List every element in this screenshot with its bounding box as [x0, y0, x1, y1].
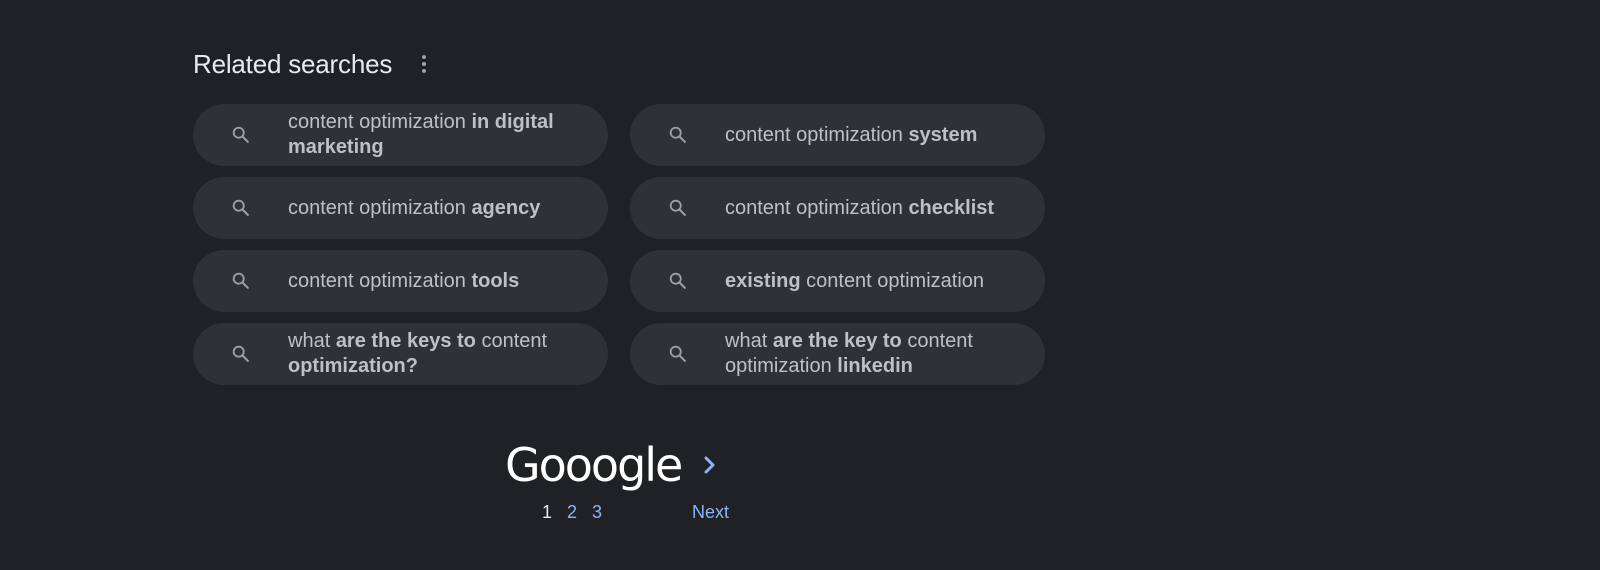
search-icon	[666, 123, 690, 147]
search-icon	[666, 196, 690, 220]
search-icon	[666, 342, 690, 366]
related-search-text: content optimization in digital marketin…	[288, 111, 554, 158]
search-icon	[229, 123, 253, 147]
related-search-text: what are the key to content optimization…	[725, 330, 973, 377]
related-searches-header: Related searches	[193, 44, 434, 84]
related-search-text: content optimization agency	[288, 196, 541, 219]
related-search-chip[interactable]: what are the key to content optimization…	[630, 323, 1045, 385]
related-search-text: content optimization tools	[288, 269, 520, 292]
related-search-chip[interactable]: content optimization tools	[193, 250, 608, 312]
related-search-text: content optimization checklist	[725, 196, 995, 219]
related-search-chip[interactable]: content optimization in digital marketin…	[193, 104, 608, 166]
related-search-chip[interactable]: existing content optimization	[630, 250, 1045, 312]
page-number-link[interactable]: 3	[592, 502, 602, 523]
page-number-current: 1	[542, 502, 553, 522]
more-vert-icon[interactable]	[414, 50, 434, 78]
related-search-chip[interactable]: content optimization agency	[193, 177, 608, 239]
related-search-chip[interactable]: what are the keys to content optimizatio…	[193, 323, 608, 385]
related-search-chip[interactable]: content optimization checklist	[630, 177, 1045, 239]
google-logo: Gooogle	[505, 438, 683, 492]
search-icon	[666, 269, 690, 293]
chevron-right-icon[interactable]	[700, 450, 720, 480]
related-search-text: existing content optimization	[725, 269, 985, 292]
related-searches-title: Related searches	[193, 48, 393, 79]
search-icon	[229, 269, 253, 293]
search-icon	[229, 196, 253, 220]
related-search-chip[interactable]: content optimization system	[630, 104, 1045, 166]
related-searches-grid: content optimization in digital marketin…	[193, 104, 1045, 385]
related-search-text: content optimization system	[725, 123, 978, 146]
search-icon	[229, 342, 253, 366]
page: Related searches content optimization in…	[0, 0, 1600, 570]
page-number-link[interactable]: 2	[567, 502, 577, 523]
next-page-link[interactable]: Next	[692, 502, 729, 523]
related-search-text: what are the keys to content optimizatio…	[288, 330, 548, 377]
